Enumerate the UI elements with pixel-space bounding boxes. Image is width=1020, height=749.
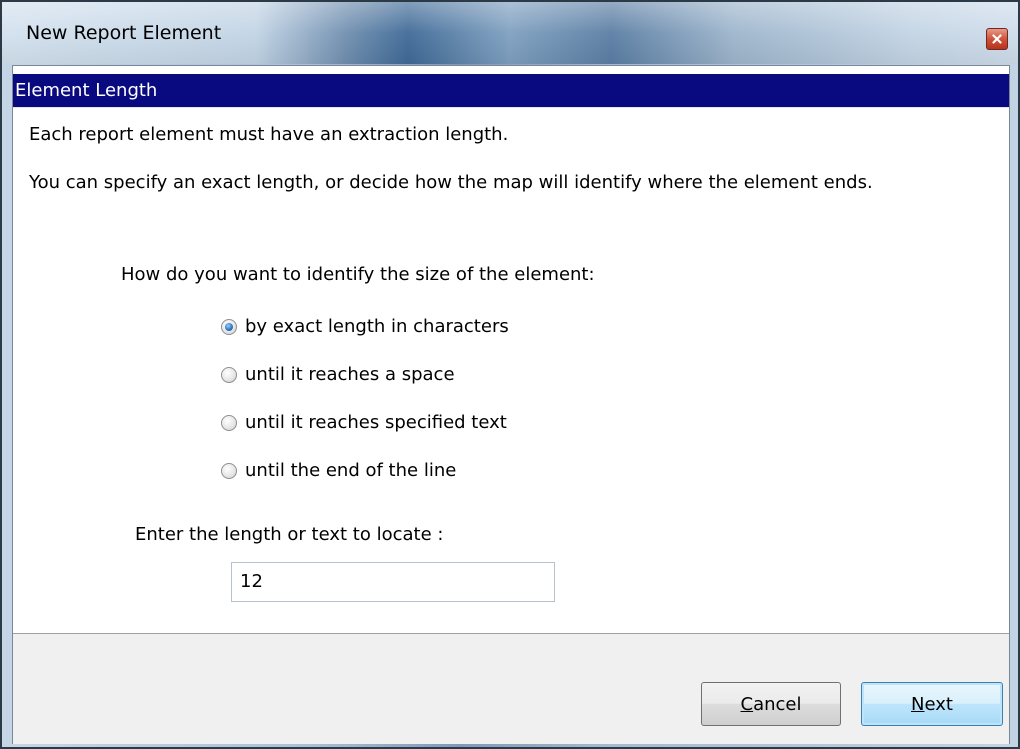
option-label: by exact length in characters — [245, 316, 509, 337]
cancel-mnemonic: C — [740, 693, 754, 715]
header-divider — [13, 107, 1009, 108]
radio-unchecked-icon[interactable] — [221, 366, 237, 383]
radio-unchecked-icon[interactable] — [221, 414, 237, 431]
section-header: Element Length — [13, 74, 1009, 107]
intro-line-2: You can specify an exact length, or deci… — [29, 172, 873, 193]
window-title: New Report Element — [26, 22, 222, 44]
dialog-window: New Report Element Element Length Each r… — [0, 0, 1020, 749]
radio-checked-icon[interactable] — [221, 318, 237, 335]
close-icon — [992, 34, 1002, 44]
size-question-label: How do you want to identify the size of … — [121, 264, 595, 285]
option-exact-length[interactable]: by exact length in characters — [221, 316, 509, 337]
cancel-label-rest: ancel — [753, 693, 802, 715]
cancel-button[interactable]: Cancel — [701, 682, 841, 726]
option-end-of-line[interactable]: until the end of the line — [221, 460, 456, 481]
dialog-content: Element Length Each report element must … — [12, 65, 1010, 744]
length-input[interactable]: 12 — [231, 562, 555, 602]
radio-unchecked-icon[interactable] — [221, 462, 237, 479]
intro-line-1: Each report element must have an extract… — [29, 124, 509, 145]
option-until-space[interactable]: until it reaches a space — [221, 364, 455, 385]
next-mnemonic: N — [911, 693, 925, 715]
title-bar[interactable]: New Report Element — [2, 2, 1018, 64]
button-bar: Cancel Next — [13, 633, 1009, 744]
option-until-text[interactable]: until it reaches specified text — [221, 412, 507, 433]
option-label: until it reaches specified text — [245, 412, 507, 433]
next-label-rest: ext — [924, 693, 953, 715]
close-button[interactable] — [986, 28, 1008, 50]
next-button[interactable]: Next — [861, 682, 1003, 726]
option-label: until the end of the line — [245, 460, 457, 481]
length-field-label: Enter the length or text to locate : — [135, 524, 444, 545]
option-label: until it reaches a space — [245, 364, 455, 385]
